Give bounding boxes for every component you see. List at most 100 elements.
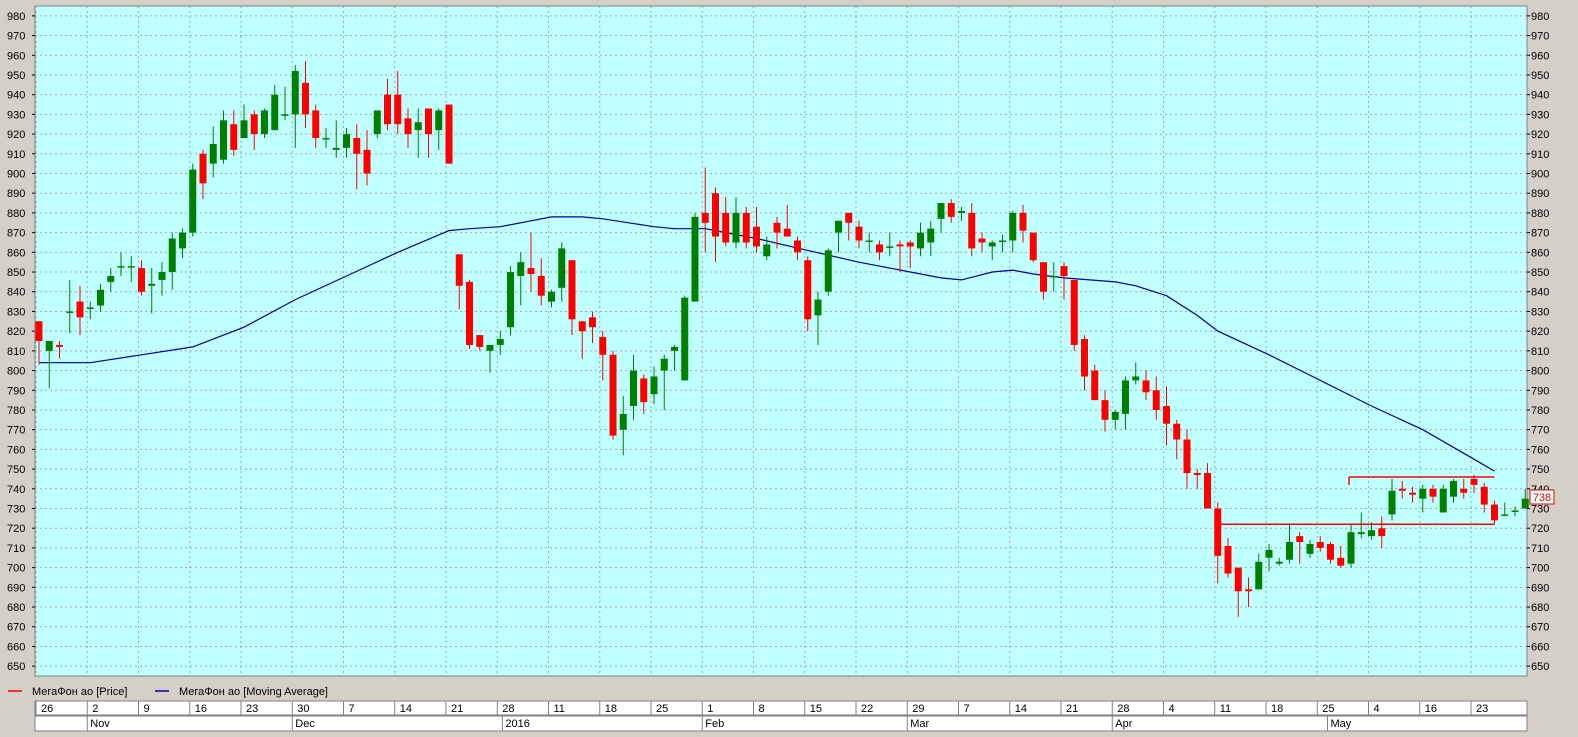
y-tick-label-right: 920	[1531, 129, 1549, 141]
y-tick-label-left: 760	[7, 444, 25, 456]
candle-body-down	[302, 82, 309, 115]
y-tick-label-right: 780	[1531, 405, 1549, 417]
candle-body-down	[1245, 589, 1252, 592]
candle-body-down	[250, 114, 258, 135]
candle-body-down	[701, 212, 709, 223]
x-day-label: 28	[1117, 703, 1129, 715]
candle-body-up	[1439, 488, 1447, 513]
candle-body-up	[927, 228, 935, 243]
candle-body-up	[1306, 543, 1314, 554]
candle-body-down	[35, 321, 43, 341]
candle-body-up	[1501, 514, 1509, 516]
candle-body-down	[968, 212, 976, 249]
candle-body-up	[261, 110, 268, 135]
candle-body-down	[1081, 339, 1088, 377]
y-tick-label-left: 820	[7, 326, 25, 338]
y-tick-label-left: 790	[7, 385, 25, 397]
candle-body-up	[373, 110, 381, 135]
x-day-label: 14	[400, 703, 412, 715]
y-tick-label-right: 660	[1531, 641, 1549, 653]
y-tick-label-right: 930	[1531, 109, 1549, 121]
y-tick-label-right: 970	[1531, 31, 1549, 43]
y-tick-label-left: 920	[7, 129, 25, 141]
x-day-label: 14	[1015, 703, 1027, 715]
candle-body-down	[199, 153, 207, 184]
candle-body-up	[650, 376, 658, 395]
candle-body-up	[517, 262, 525, 276]
y-tick-label-right: 760	[1531, 444, 1549, 456]
y-tick-label-left: 770	[7, 425, 25, 437]
candle-body-up	[886, 246, 894, 248]
candle-body-down	[609, 354, 617, 436]
candle-body-down	[312, 110, 320, 139]
x-month-label: 2016	[505, 718, 529, 730]
candle-body-down	[394, 94, 402, 125]
candle-body-down	[1101, 400, 1109, 420]
x-day-label: 18	[605, 703, 617, 715]
x-month-label: May	[1331, 718, 1352, 730]
candle-body-up	[107, 275, 115, 282]
candle-body-down	[1409, 492, 1416, 495]
x-day-label: 8	[759, 703, 765, 715]
y-tick-label-right: 940	[1531, 90, 1549, 102]
candle-body-down	[1152, 390, 1160, 410]
y-tick-label-right: 830	[1531, 306, 1549, 318]
candle-body-up	[1111, 411, 1119, 420]
candle-body-down	[476, 335, 484, 347]
candle-body-down	[1070, 279, 1078, 345]
candle-body-down	[445, 104, 453, 164]
candle-body-up	[937, 203, 945, 219]
candle-body-up	[548, 291, 555, 302]
candle-body-up	[1009, 212, 1017, 241]
candle-body-up	[671, 346, 678, 351]
y-tick-label-left: 700	[7, 563, 25, 575]
candle-body-up	[168, 238, 176, 273]
candle-body-up	[732, 212, 740, 243]
x-day-label: 29	[912, 703, 924, 715]
y-tick-label-right: 960	[1531, 50, 1549, 62]
candle-body-up	[814, 299, 822, 316]
candle-body-down	[1378, 528, 1386, 537]
y-tick-label-left: 720	[7, 523, 25, 535]
candle-body-up	[45, 341, 53, 351]
candle-body-down	[783, 228, 791, 237]
candle-body-down	[527, 268, 535, 274]
y-tick-label-right: 860	[1531, 247, 1549, 259]
candle-body-up	[486, 344, 494, 351]
candle-body-down	[722, 212, 730, 243]
y-tick-label-left: 940	[7, 90, 25, 102]
candle-body-down	[804, 260, 812, 320]
x-day-label: 4	[1374, 703, 1380, 715]
candle-body-down	[363, 149, 371, 174]
y-tick-label-left: 960	[7, 50, 25, 62]
legend-ma-label: МегаФон ао [Moving Average]	[179, 686, 328, 698]
candle-body-up	[619, 413, 627, 430]
x-month-label: Apr	[1115, 718, 1132, 730]
candle-body-up	[1347, 532, 1355, 564]
candle-body-down	[1224, 545, 1232, 574]
candle-body-up	[435, 110, 443, 131]
y-tick-label-left: 810	[7, 346, 25, 358]
x-day-label: 4	[1169, 703, 1175, 715]
candle-body-up	[691, 216, 699, 302]
candle-body-down	[1060, 266, 1068, 276]
candle-body-up	[332, 147, 340, 150]
candle-body-down	[466, 281, 473, 345]
candle-body-up	[917, 232, 924, 249]
y-tick-label-left: 870	[7, 228, 25, 240]
y-tick-label-right: 910	[1531, 149, 1549, 161]
y-tick-label-left: 800	[7, 366, 25, 378]
candle-body-down	[640, 378, 648, 403]
x-day-label: 25	[656, 703, 668, 715]
candle-body-up	[507, 272, 514, 328]
candle-body-up	[558, 248, 566, 288]
candle-body-down	[1491, 504, 1498, 521]
candle-body-down	[1204, 473, 1211, 509]
candle-body-up	[1450, 480, 1457, 497]
candle-body-down	[845, 212, 853, 223]
candle-body-down	[353, 138, 361, 154]
candle-body-down	[1019, 212, 1027, 231]
candle-body-up	[189, 169, 197, 233]
candle-body-down	[1040, 262, 1047, 292]
candle-body-down	[753, 226, 760, 247]
